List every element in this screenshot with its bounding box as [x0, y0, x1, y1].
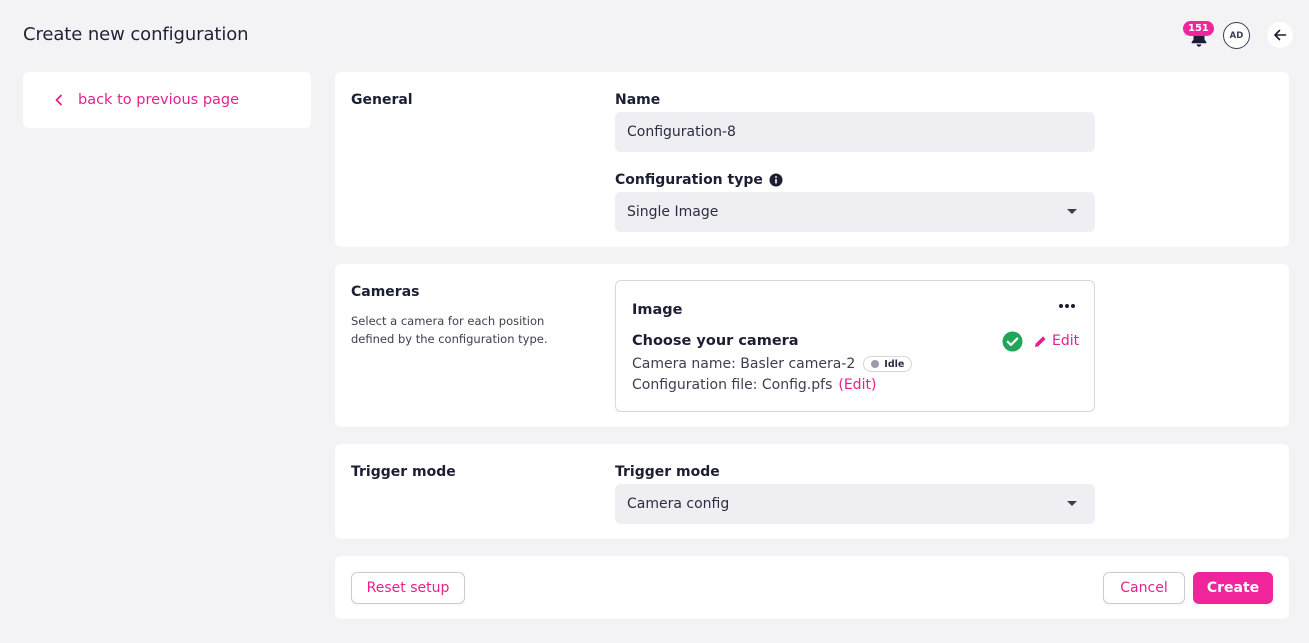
trigger-mode-select[interactable]: Camera config — [615, 484, 1095, 524]
back-link-label: back to previous page — [78, 92, 240, 108]
trigger-mode-value: Camera config — [627, 496, 730, 512]
info-icon[interactable] — [769, 173, 783, 187]
configuration-type-value: Single Image — [627, 204, 719, 220]
camera-position-card: Image Choose your camera Edit Camera nam… — [615, 280, 1095, 412]
status-badge: Idle — [863, 356, 913, 372]
general-section: General Name Configuration-8 Configurati… — [335, 72, 1289, 247]
arrow-left-icon — [1274, 29, 1287, 41]
pencil-icon — [1035, 335, 1046, 347]
back-to-previous-page-link[interactable]: back to previous page — [23, 72, 311, 128]
edit-camera-button[interactable]: Edit — [1034, 333, 1079, 349]
trigger-mode-label: Trigger mode — [615, 464, 720, 480]
name-input[interactable]: Configuration-8 — [615, 112, 1095, 152]
notifications-button[interactable]: 151 — [1183, 21, 1214, 48]
page-title: Create new configuration — [23, 24, 249, 45]
create-button[interactable]: Create — [1193, 572, 1273, 604]
actions-footer: Reset setup Cancel Create — [335, 556, 1289, 619]
cameras-section-description: Select a camera for each position define… — [351, 314, 548, 346]
choose-camera-label: Choose your camera — [632, 333, 799, 349]
cancel-button[interactable]: Cancel — [1103, 572, 1185, 604]
name-input-value: Configuration-8 — [627, 124, 736, 140]
edit-configuration-file-link[interactable]: (Edit) — [838, 377, 876, 393]
configuration-file-row: Configuration file: Config.pfs (Edit) — [632, 377, 876, 393]
notification-count-badge: 151 — [1183, 21, 1214, 36]
configuration-type-label: Configuration type — [615, 172, 783, 188]
camera-name-row: Camera name: Basler camera-2 Idle — [632, 356, 913, 372]
chevron-left-icon — [55, 94, 62, 106]
status-dot-icon — [871, 360, 880, 368]
check-circle-icon — [1002, 331, 1023, 352]
camera-name-text: Camera name: Basler camera-2 — [632, 356, 856, 372]
general-section-title: General — [351, 92, 413, 108]
trigger-mode-section-title: Trigger mode — [351, 464, 456, 480]
caret-down-icon — [1067, 501, 1077, 506]
collapse-button[interactable] — [1267, 22, 1293, 48]
caret-down-icon — [1067, 209, 1077, 214]
edit-camera-label: Edit — [1052, 333, 1080, 349]
cameras-section: Cameras Select a camera for each positio… — [335, 264, 1289, 427]
name-label: Name — [615, 92, 661, 108]
status-badge-label: Idle — [884, 358, 905, 370]
configuration-file-text: Configuration file: Config.pfs — [632, 377, 833, 393]
more-options-icon[interactable] — [1058, 303, 1076, 309]
camera-position-title: Image — [632, 302, 683, 318]
configuration-type-select[interactable]: Single Image — [615, 192, 1095, 232]
configuration-type-label-text: Configuration type — [615, 172, 763, 188]
reset-setup-button[interactable]: Reset setup — [351, 572, 465, 604]
avatar[interactable]: AD — [1223, 22, 1250, 49]
cameras-section-title: Cameras — [351, 284, 420, 300]
trigger-mode-section: Trigger mode Trigger mode Camera config — [335, 444, 1289, 539]
